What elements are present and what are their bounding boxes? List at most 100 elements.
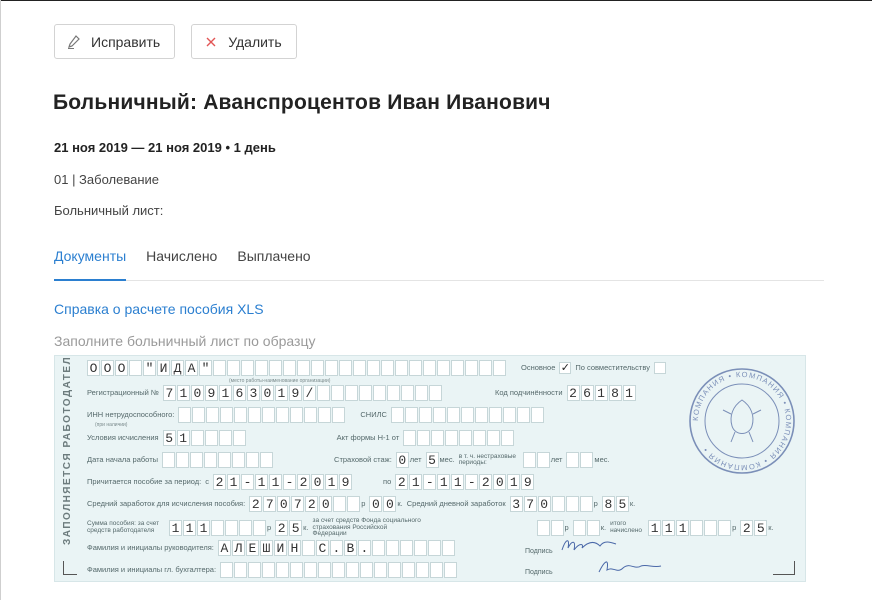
form-cell: 1 [507,474,521,490]
inn-note: (при наличии) [95,422,128,428]
form-cell: 1 [648,519,662,536]
avg-label: Средний заработок для исчисления пособия… [87,499,246,509]
head-label: Фамилия и инициалы руководителя: [87,543,214,553]
from-cells: 21-11-2019 [213,474,353,490]
tab-paid[interactable]: Выплачено [237,237,310,281]
form-cell [402,562,416,578]
exp-months-cells: 5 [425,452,440,468]
form-cell: Н [287,540,301,556]
form-cell [459,430,473,446]
form-cell [580,452,594,468]
from-label: с [205,477,210,487]
edit-button[interactable]: Исправить [54,24,176,59]
sub-cells: 26181 [566,385,637,401]
period-line: 21 ноя 2019 — 21 ноя 2019 • 1 день [54,140,276,155]
form-cell: 9 [288,385,302,401]
form-cell: 1 [676,519,690,536]
years-label: лет [409,455,422,465]
form-cell: 9 [204,385,218,401]
tab-documents[interactable]: Документы [54,237,127,281]
form-cell: 1 [255,474,269,490]
form-cell: А [185,360,198,376]
form-cell: 2 [249,496,263,512]
form-cell: Д [171,360,184,376]
form-cell: 0 [190,385,204,401]
noins-years-label: лет [550,455,563,465]
form-cell [304,407,318,423]
form-cell [522,452,536,468]
form-cell: " [199,360,212,376]
form-cell: 0 [260,385,274,401]
sub-label: Код подчинённости [495,388,563,398]
form-cell [367,360,380,376]
form-cell: 1 [176,385,190,401]
close-icon [204,35,218,49]
form-cell: 1 [227,474,241,490]
form-cell: И [157,360,170,376]
form-cell [516,407,530,423]
form-cell: 1 [594,385,608,401]
form-cell [572,519,586,536]
form-row-subordination: Код подчинённости 26181 [495,385,637,401]
form-cell: 0 [395,452,409,468]
toolbar: Исправить Удалить [54,24,297,59]
form-row-sum: Сумма пособия: за счет средств работодат… [87,517,778,538]
form-cell: 1 [176,430,190,446]
form-cell [204,452,218,468]
sick-leave-form-sample: ЗАПОЛНЯЕТСЯ РАБОТОДАТЕЛЕМ О О О " И Д А " (мест… [54,355,806,582]
form-corner-left [63,561,77,575]
form-cell [316,385,330,401]
form-cell [530,407,544,423]
form-cell [473,430,487,446]
form-cell: 6 [232,385,246,401]
start-label: Дата начала работы [87,455,159,465]
head-cells: АЛЕШИНС.В. [217,540,456,556]
period-days: 1 день [233,140,276,155]
form-cell [718,519,732,536]
form-cell [358,385,372,401]
benefit-report-link[interactable]: Справка о расчете пособия XLS [54,301,264,317]
form-cell [417,430,431,446]
form-cell [347,496,361,512]
form-cell [276,407,290,423]
form-cell: 7 [291,496,305,512]
edit-button-label: Исправить [91,33,161,50]
form-side-caption: ЗАПОЛНЯЕТСЯ РАБОТОДАТЕЛЕМ [62,355,73,545]
form-cell [346,562,360,578]
noins-label: в т. ч. нестраховые периоды: [458,452,517,466]
form-cell: 0 [383,496,397,512]
form-cell [404,407,418,423]
form-cell [371,540,385,556]
form-row-registration: Регистрационный № 7 1 0 9 1 6 3 0 1 9/ [87,385,443,401]
tab-accrued[interactable]: Начислено [146,237,217,281]
form-cell [344,385,358,401]
form-cell [227,360,240,376]
form-cell [190,430,204,446]
combo-job-label: По совместительству [575,363,650,373]
form-cell: 2 [740,519,754,536]
form-cell [416,562,430,578]
inn-cells [178,407,346,423]
exp-years-cells: 0 [395,452,410,468]
form-cell [325,360,338,376]
form-cell [388,562,402,578]
form-cell [536,519,550,536]
form-cell [565,496,579,512]
form-cell: 7 [162,385,176,401]
pencil-icon [67,34,81,49]
form-cell [704,519,718,536]
form-cell: / [302,385,316,401]
form-cell: 8 [601,496,615,512]
form-cell [360,562,374,578]
delete-button[interactable]: Удалить [191,24,297,59]
sick-sheet-label: Больничный лист: [54,203,164,218]
months-label: мес. [439,455,455,465]
form-cell [234,562,248,578]
form-row-accountant: Фамилия и инициалы гл. бухгалтера: [87,562,458,578]
snils-cells [390,407,545,423]
form-cell: 1 [325,474,339,490]
form-cell [479,360,492,376]
form-cell: 1 [218,385,232,401]
form-cell [432,407,446,423]
form-cell [290,407,304,423]
